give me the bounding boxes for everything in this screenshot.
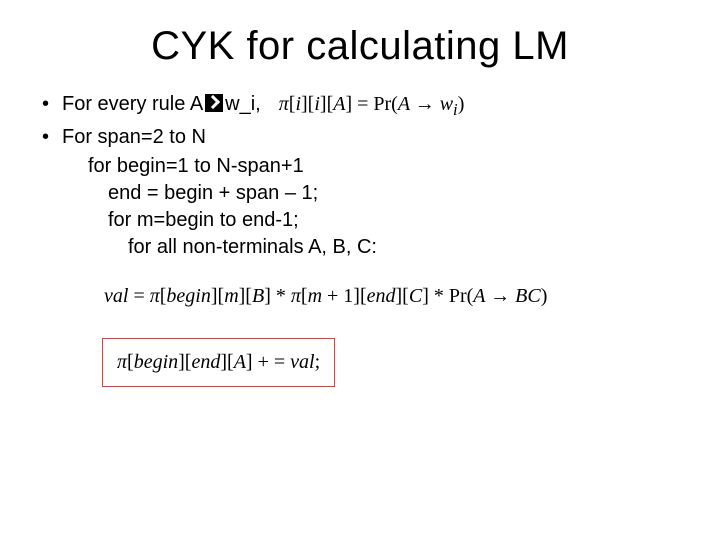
slide-body: For every rule A w_i, π[i][i][A] = Pr(A →… — [36, 91, 684, 387]
bullet-rule-suffix: w_i, — [225, 93, 261, 115]
line-nonterm: for all non-terminals A, B, C: — [36, 234, 684, 261]
slide-title: CYK for calculating LM — [36, 24, 684, 69]
line-m: for m=begin to end-1; — [36, 207, 684, 234]
line-begin: for begin=1 to N-span+1 — [36, 153, 684, 180]
update-equation-box: π[begin][end][A] + = val; — [102, 338, 335, 387]
bullet-list: For every rule A w_i, π[i][i][A] = Pr(A →… — [36, 91, 684, 151]
rule-formula: π[i][i][A] = Pr(A → wi) — [279, 91, 465, 122]
bullet-rule: For every rule A w_i, π[i][i][A] = Pr(A →… — [36, 91, 684, 122]
right-arrow-icon — [205, 94, 223, 112]
slide: CYK for calculating LM For every rule A w… — [0, 0, 720, 540]
bullet-rule-prefix: For every rule A — [62, 93, 203, 115]
line-end: end = begin + span – 1; — [36, 180, 684, 207]
bullet-span: For span=2 to N — [36, 124, 684, 151]
val-equation: val = π[begin][m][B] * π[m + 1][end][C] … — [36, 283, 684, 310]
